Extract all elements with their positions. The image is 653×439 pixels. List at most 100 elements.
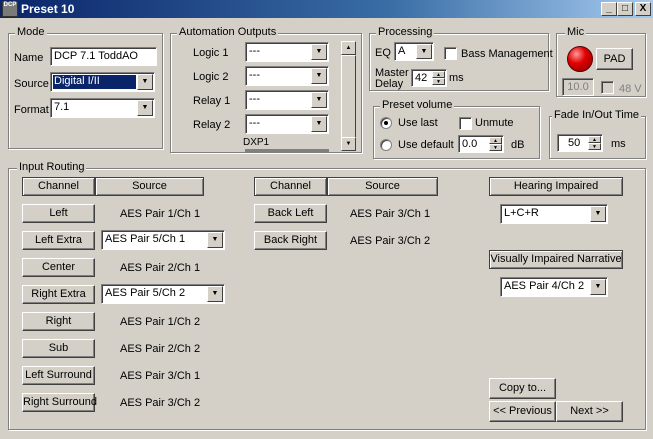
chevron-down-icon[interactable]: ▼ [137,74,153,90]
chevron-down-icon[interactable]: ▼ [137,100,153,116]
maximize-button[interactable]: □ [617,2,633,16]
mic-level-knob[interactable] [567,46,593,72]
eq-label: EQ [375,47,391,59]
use-last-radio[interactable] [380,117,392,129]
source-text-back-left: AES Pair 3/Ch 1 [350,208,431,220]
spin-down-icon[interactable]: ▼ [489,144,502,151]
channel-header-left: Channel [22,177,95,196]
source-select-right-extra[interactable]: AES Pair 5/Ch 2 ▼ [101,284,225,304]
source-select[interactable]: Digital I/II ▼ [50,72,155,92]
logic-1-select[interactable]: --- ▼ [245,42,329,62]
eq-select[interactable]: A ▼ [394,42,434,61]
relay-2-label: Relay 2 [193,119,231,131]
source-text-back-right: AES Pair 3/Ch 2 [350,235,431,247]
visually-impaired-select[interactable]: AES Pair 4/Ch 2 ▼ [500,277,608,297]
chevron-down-icon[interactable]: ▼ [311,92,327,108]
source-text-sub: AES Pair 2/Ch 2 [120,343,201,355]
channel-button-center[interactable]: Center [22,258,95,277]
scroll-down-icon[interactable]: ▼ [341,137,356,151]
relay-2-value: --- [249,117,260,129]
chevron-down-icon[interactable]: ▼ [311,116,327,132]
channel-button-right[interactable]: Right [22,312,95,331]
title-bar: DCP Preset 10 _ □ X [0,0,653,18]
chevron-down-icon[interactable]: ▼ [416,44,432,59]
channel-header-right: Channel [254,177,327,196]
scroll-up-icon[interactable]: ▲ [341,41,356,55]
relay-1-select[interactable]: --- ▼ [245,90,329,110]
spin-down-icon[interactable]: ▼ [432,78,445,85]
channel-button-left-extra[interactable]: Left Extra [22,231,95,250]
pad-button[interactable]: PAD [596,48,633,70]
relay-1-label: Relay 1 [193,95,231,107]
source-value-left-extra: AES Pair 5/Ch 1 [105,233,186,245]
channel-button-back-left[interactable]: Back Left [254,204,327,223]
unmute-checkbox[interactable] [459,117,472,130]
format-label: Format [14,104,49,116]
source-header-right: Source [327,177,438,196]
spin-down-icon[interactable]: ▼ [588,143,601,150]
hearing-impaired-select[interactable]: L+C+R ▼ [500,204,608,224]
spin-up-icon[interactable]: ▲ [588,136,601,143]
mic-legend: Mic [565,26,587,38]
phantom-power-checkbox[interactable] [601,81,614,94]
source-text-center: AES Pair 2/Ch 1 [120,262,201,274]
master-delay-value: 42 [415,72,428,84]
logic-2-label: Logic 2 [193,71,229,83]
chevron-down-icon[interactable]: ▼ [311,68,327,84]
mic-level-field: 10.0 [562,78,594,96]
chevron-down-icon[interactable]: ▼ [590,279,606,295]
master-delay-label-2: Delay [375,78,404,90]
source-text-left-surround: AES Pair 3/Ch 1 [120,370,201,382]
spin-up-icon[interactable]: ▲ [432,71,445,78]
scroll-thumb[interactable] [341,55,356,141]
bass-management-checkbox[interactable] [444,47,457,60]
visually-impaired-header: Visually Impaired Narrative [489,250,623,269]
visually-impaired-value: AES Pair 4/Ch 2 [504,280,585,292]
source-select-left-extra[interactable]: AES Pair 5/Ch 1 ▼ [101,230,225,250]
channel-button-sub[interactable]: Sub [22,339,95,358]
copy-to-button[interactable]: Copy to... [489,378,556,399]
format-select[interactable]: 7.1 ▼ [50,98,155,118]
source-value: Digital I/II [53,75,136,89]
chevron-down-icon[interactable]: ▼ [311,44,327,60]
window-title: Preset 10 [21,2,75,16]
use-default-radio[interactable] [380,139,392,151]
radio-dot [384,121,388,125]
next-button[interactable]: Next >> [556,401,623,422]
fade-time-spinner[interactable]: 50 ▲ ▼ [557,134,603,152]
logic-2-select[interactable]: --- ▼ [245,66,329,86]
use-last-label: Use last [398,117,438,129]
master-delay-unit: ms [449,72,464,84]
master-delay-spinner[interactable]: 42 ▲ ▼ [411,69,447,87]
chevron-down-icon[interactable]: ▼ [207,286,223,302]
relay-2-select[interactable]: --- ▼ [245,114,329,134]
automation-scrollbar[interactable]: ▲ ▼ [341,41,356,151]
preset-volume-group: Preset volume [373,99,540,159]
unmute-label: Unmute [475,117,514,129]
channel-button-right-surround[interactable]: Right Surround [22,393,97,412]
chevron-down-icon[interactable]: ▼ [590,206,606,222]
close-button[interactable]: X [635,2,651,16]
app-icon: DCP [2,1,18,17]
hearing-impaired-header: Hearing Impaired [489,177,623,196]
bass-management-label: Bass Management [461,48,553,60]
fade-time-value: 50 [568,137,581,149]
logic-1-value: --- [249,45,260,57]
default-volume-spinner[interactable]: 0.0 ▲ ▼ [458,135,504,153]
chevron-down-icon[interactable]: ▼ [207,232,223,248]
minimize-button[interactable]: _ [601,2,617,16]
logic-1-label: Logic 1 [193,47,229,59]
previous-button[interactable]: << Previous [489,401,556,422]
channel-button-back-right[interactable]: Back Right [254,231,327,250]
input-routing-legend: Input Routing [17,161,87,173]
channel-button-left[interactable]: Left [22,204,95,223]
source-value-right-extra: AES Pair 5/Ch 2 [105,287,186,299]
processing-legend: Processing [376,26,435,38]
name-field[interactable]: DCP 7.1 ToddAO [50,47,157,66]
dxp1-label: DXP1 [243,137,270,148]
spin-up-icon[interactable]: ▲ [489,137,502,144]
channel-button-left-surround[interactable]: Left Surround [22,366,95,385]
phantom-power-label: 48 V [619,83,642,95]
channel-button-right-extra[interactable]: Right Extra [22,285,95,304]
volume-unit: dB [511,139,525,151]
